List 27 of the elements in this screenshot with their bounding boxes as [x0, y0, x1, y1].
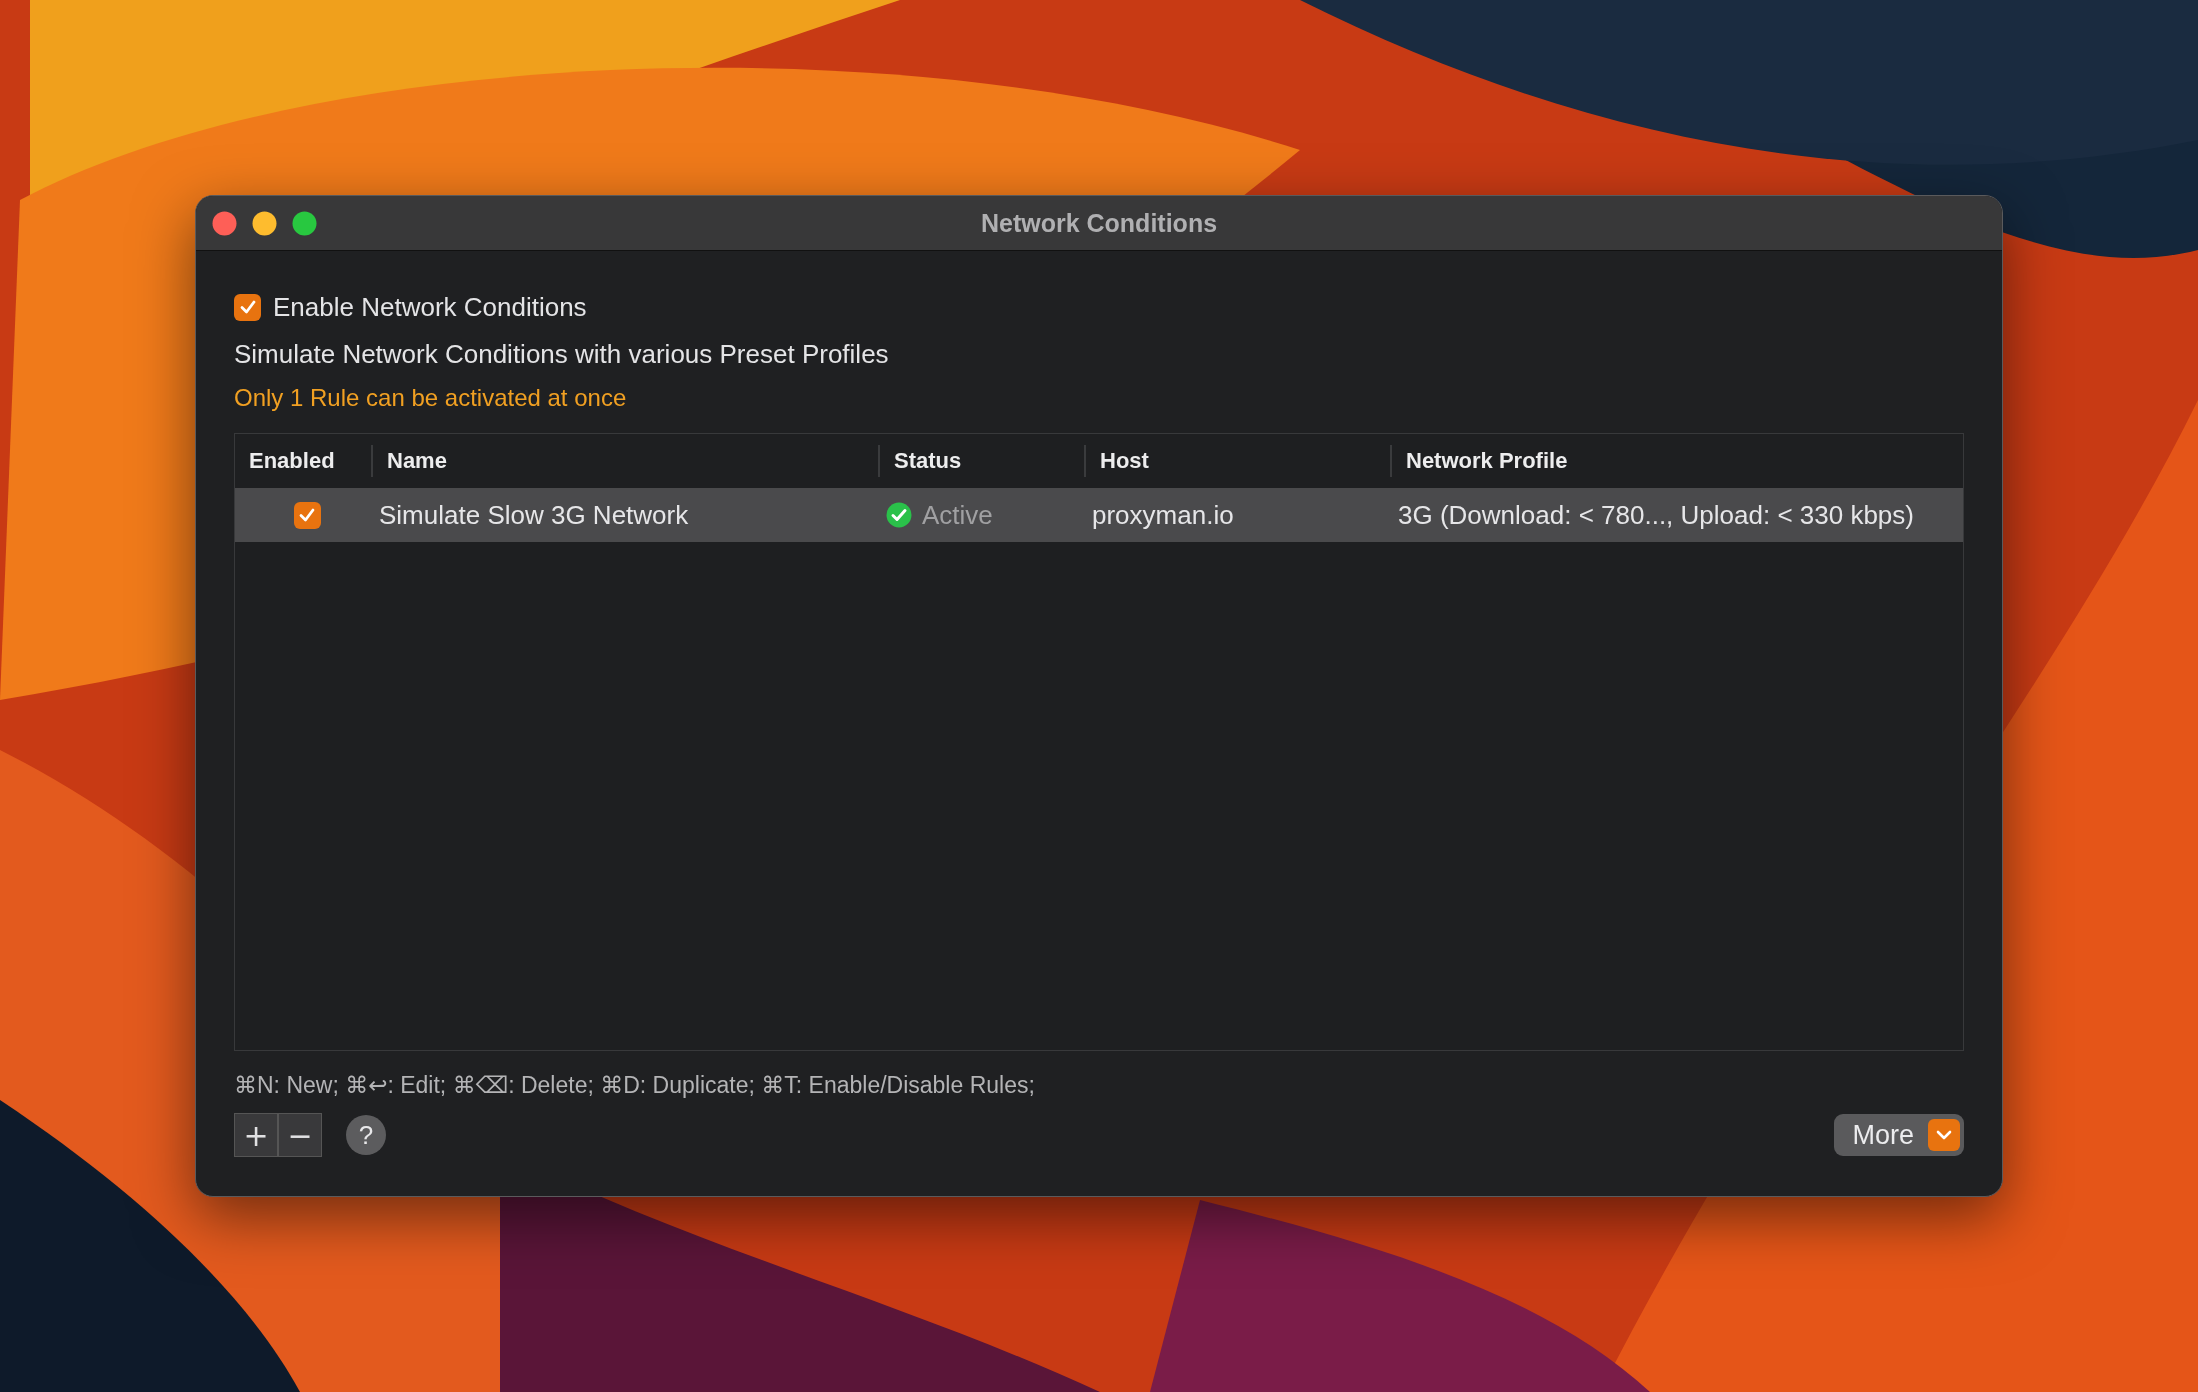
- window-title: Network Conditions: [980, 208, 1218, 238]
- remove-button[interactable]: −: [278, 1113, 322, 1157]
- column-header[interactable]: Enabled: [235, 445, 371, 477]
- minimize-button[interactable]: [252, 210, 277, 236]
- more-button[interactable]: More: [1834, 1114, 1964, 1156]
- column-header[interactable]: Host: [1084, 445, 1390, 477]
- close-button[interactable]: [212, 210, 237, 236]
- table-row[interactable]: Simulate Slow 3G Network Active proxyman.io 3G (Download: < 780..., Upload: < 330 kbps): [235, 488, 1963, 542]
- checkbox[interactable]: [234, 293, 261, 321]
- add-button[interactable]: +: [234, 1113, 278, 1157]
- zoom-button[interactable]: [292, 210, 317, 236]
- checkbox-label: Enable Network Conditions: [273, 291, 587, 323]
- chevron-down-icon: [1936, 1130, 1952, 1140]
- table-cell-text: 3G (Download: < 780..., Upload: < 330 kbps): [1397, 499, 1915, 531]
- shortcuts-hint: ⌘N: New; ⌘↩: Edit; ⌘⌫: Delete; ⌘D: Duplicate; ⌘T: Enable/Disable Rules;: [234, 1071, 1036, 1100]
- column-header[interactable]: Status: [878, 445, 1084, 477]
- column-header[interactable]: Network Profile: [1390, 445, 1963, 477]
- checkmark-icon: [298, 506, 316, 524]
- notice: Only 1 Rule can be activated at once: [234, 383, 628, 413]
- column-header[interactable]: Name: [371, 445, 878, 477]
- status-text: Active: [922, 499, 993, 531]
- table-cell-text: proxyman.io: [1091, 499, 1235, 531]
- checkmark-icon: [238, 298, 257, 316]
- description: Simulate Network Conditions with various Preset Profiles: [234, 338, 890, 371]
- checkbox[interactable]: [293, 501, 321, 529]
- table-cell-text: Simulate Slow 3G Network: [378, 499, 690, 531]
- help-button[interactable]: ?: [346, 1115, 386, 1155]
